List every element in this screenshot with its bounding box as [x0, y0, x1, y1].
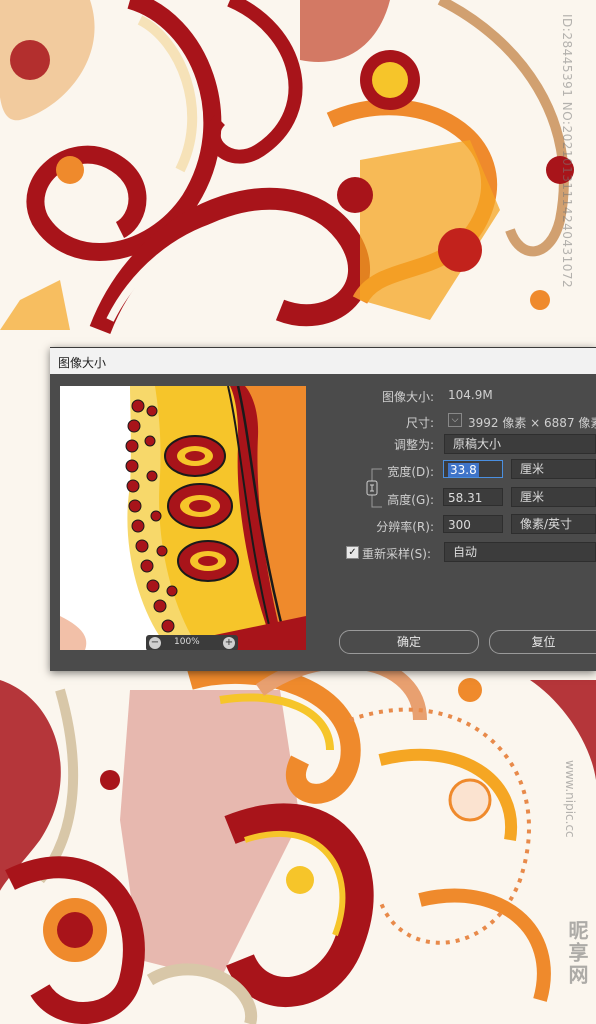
resample-label: 重新采样(S): — [362, 547, 432, 561]
image-size-label: 图像大小: — [381, 390, 434, 404]
resolution-input[interactable]: 300 — [443, 515, 503, 533]
width-input[interactable]: 33.8 — [443, 460, 503, 478]
image-size-value: 104.9M — [448, 388, 493, 402]
zoom-value: 100% — [174, 637, 200, 647]
width-input-value: 33.8 — [448, 463, 479, 477]
zoom-out-icon[interactable]: − — [149, 637, 161, 649]
dialog-body: − 100% + 图像大小: 104.9M 尺寸: ⌵ 3992 像素 × 68… — [50, 374, 596, 671]
width-unit-dropdown[interactable]: 厘米 — [511, 459, 596, 479]
resample-checkbox[interactable]: ✓ — [346, 546, 359, 559]
watermark-url: www.nipic.cc — [563, 760, 577, 838]
height-unit-dropdown[interactable]: 厘米 — [511, 487, 596, 507]
dialog-title: 图像大小 — [58, 356, 107, 370]
height-input[interactable]: 58.31 — [443, 488, 503, 506]
zoom-in-icon[interactable]: + — [223, 637, 235, 649]
resolution-unit-dropdown[interactable]: 像素/英寸 — [511, 514, 596, 534]
resample-dropdown[interactable]: 自动 — [444, 542, 596, 562]
resolution-label: 分辨率(R): — [376, 520, 434, 534]
image-preview[interactable]: − 100% + — [60, 386, 306, 650]
dialog-titlebar[interactable]: 图像大小 — [50, 348, 596, 374]
chevron-down-icon[interactable]: ⌵ — [448, 413, 462, 427]
preview-zoom-bar: − 100% + — [146, 635, 238, 650]
dimensions-value: 3992 像素 × 6887 像素 — [468, 416, 596, 430]
watermark-id-text: ID:28445391 NO:20210131114240431072 — [560, 14, 574, 289]
fit-to-dropdown[interactable]: 原稿大小 — [444, 434, 596, 454]
height-label: 高度(G): — [387, 493, 434, 507]
dimensions-label: 尺寸: — [405, 416, 434, 430]
watermark-brand: 昵享网 — [565, 920, 589, 986]
fit-to-label: 调整为: — [393, 438, 434, 452]
reset-button[interactable]: 复位 — [489, 630, 596, 654]
width-label: 宽度(D): — [387, 465, 434, 479]
preview-artwork — [60, 386, 306, 650]
image-size-dialog: 图像大小 − 100% + 图像大小: 104.9M 尺寸: ⌵ 3992 像素… — [50, 347, 596, 671]
ok-button[interactable]: 确定 — [339, 630, 479, 654]
paisley-background: ID:28445391 NO:20210131114240431072 www.… — [0, 0, 596, 1024]
